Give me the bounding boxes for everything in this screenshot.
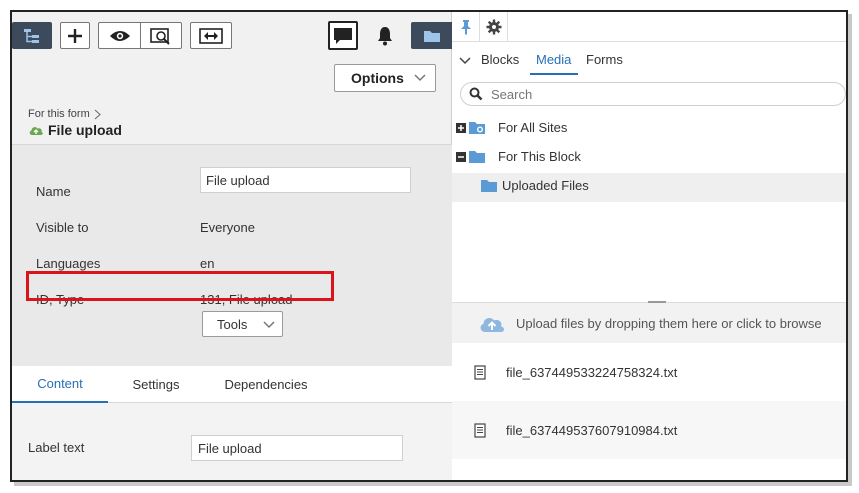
tree-item-for-all-sites[interactable]: For All Sites [456,120,567,135]
toolbar [12,12,453,62]
properties-panel: Name Visible to Everyone Languages en ID… [12,144,452,366]
languages-value: en [200,256,215,271]
options-button[interactable]: Options [334,64,436,92]
assets-pane: Blocks Media Forms For All Sites [452,12,846,480]
upload-text: Upload files by dropping them here or cl… [516,315,822,331]
notifications-button[interactable] [370,22,400,49]
assets-tabs: Blocks Media Forms [452,48,846,75]
preview-button[interactable] [140,22,182,49]
chevron-down-icon[interactable] [459,57,471,65]
tree-item-label: For All Sites [498,120,568,135]
content-panel: Label text [12,403,452,480]
eye-icon [109,30,130,41]
arrows-icon [199,27,223,44]
tab-settings[interactable]: Settings [120,366,192,403]
editor-tabs: Content Settings Dependencies [12,366,452,403]
name-label: Name [36,184,71,199]
breadcrumb[interactable]: For this form [28,108,101,120]
tab-content[interactable]: Content [12,366,108,403]
tools-button[interactable]: Tools [202,311,283,337]
text-file-icon [474,422,486,438]
add-button[interactable] [60,22,90,49]
chevron-down-icon [263,321,275,329]
name-input[interactable] [200,167,411,193]
file-name: file_637449537607910984.txt [506,422,678,438]
expand-icon[interactable] [456,122,466,133]
sitemap-icon [24,28,39,43]
tree-item-label: Uploaded Files [502,178,589,193]
tab-media[interactable]: Media [536,52,571,67]
gear-icon [486,19,501,35]
folder-icon [481,180,497,192]
comments-button[interactable] [328,21,358,50]
pin-button[interactable] [452,12,480,42]
visible-to-label: Visible to [36,220,89,235]
options-label: Options [351,70,404,86]
folder-icon [469,151,485,163]
chevron-right-icon [94,109,101,119]
chevron-down-icon [414,74,426,82]
upload-dropzone[interactable]: Upload files by dropping them here or cl… [452,303,846,343]
assets-button[interactable] [411,22,453,49]
text-file-icon [474,364,486,380]
label-text-input[interactable] [191,435,403,461]
comment-icon [334,27,352,44]
sitemap-button[interactable] [12,22,52,49]
shared-folder-icon [469,122,485,134]
plus-icon [68,28,82,43]
label-text-label: Label text [28,440,85,455]
search-icon [469,87,483,101]
collapse-icon[interactable] [456,151,466,162]
tree-item-label: For This Block [498,149,581,164]
tools-label: Tools [217,316,248,332]
preview-icon [150,27,170,45]
compare-button[interactable] [190,22,232,49]
visible-to-value: Everyone [200,220,255,235]
view-button[interactable] [98,22,140,49]
file-name: file_637449533224758324.txt [506,364,678,380]
list-item[interactable]: file_637449537607910984.txt [452,401,846,459]
tab-dependencies[interactable]: Dependencies [214,366,318,403]
page-title: File upload [28,122,122,138]
tab-forms[interactable]: Forms [586,52,623,67]
folder-icon [424,30,440,42]
properties-pane: Options For this form File upload Name V… [12,12,453,480]
cloud-upload-icon [480,318,504,332]
tree-item-uploaded-files[interactable]: Uploaded Files [480,178,589,193]
tree-item-for-this-block[interactable]: For This Block [456,149,581,164]
assets-header [452,12,846,42]
pin-icon [460,20,471,35]
form-title-text: File upload [48,122,122,138]
languages-label: Languages [36,256,101,271]
tab-blocks[interactable]: Blocks [481,52,519,67]
search-input[interactable] [491,86,791,102]
search-box[interactable] [460,82,846,106]
list-item[interactable]: file_637449533224758324.txt [452,343,846,401]
highlight-box [26,271,334,301]
settings-button[interactable] [480,12,508,42]
bell-icon [378,26,392,45]
app-window: Options For this form File upload Name V… [10,10,848,482]
breadcrumb-parent[interactable]: For this form [28,108,90,120]
form-upload-icon [29,127,43,135]
active-tab-indicator [530,73,578,75]
